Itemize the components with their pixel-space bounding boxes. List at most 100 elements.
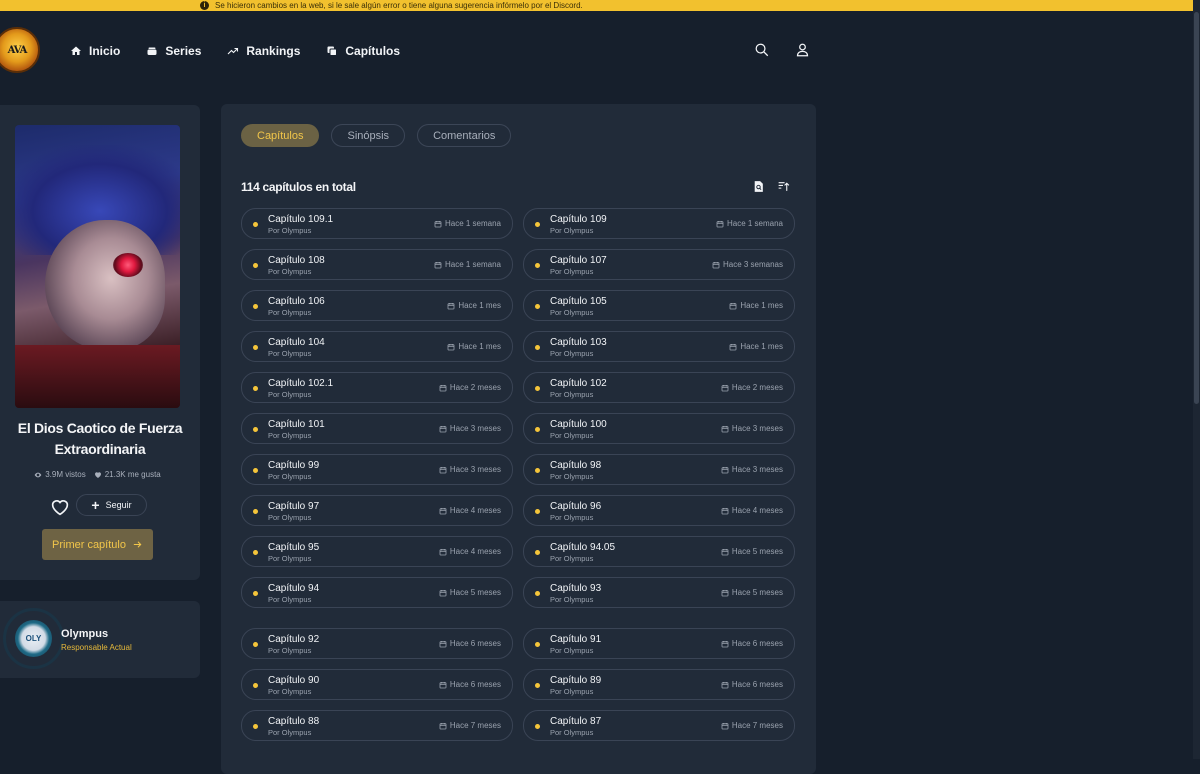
scrollbar-thumb[interactable] [1194, 12, 1199, 404]
nav-item-inicio[interactable]: Inicio [70, 44, 120, 58]
calendar-icon [721, 384, 729, 391]
chapter-item[interactable]: Capítulo 106 Por Olympus Hace 1 mes [241, 290, 513, 321]
new-dot [253, 386, 258, 391]
owner-name[interactable]: Olympus [61, 628, 108, 640]
chapter-author: Por Olympus [268, 646, 312, 655]
follow-button[interactable]: + Seguir [76, 494, 147, 516]
new-dot [253, 304, 258, 309]
series-title: El Dios Caotico de Fuerza Extraordinaria [17, 420, 183, 457]
chapter-item[interactable]: Capítulo 109 Por Olympus Hace 1 semana [523, 208, 795, 239]
chapter-name: Capítulo 88 [268, 716, 320, 727]
new-dot [253, 724, 258, 729]
owner-avatar[interactable]: OLY [15, 620, 52, 657]
page-scrollbar[interactable] [1193, 0, 1200, 759]
tab-comentarios[interactable]: Comentarios [417, 124, 512, 147]
chapter-item[interactable]: Capítulo 94 Por Olympus Hace 5 meses [241, 577, 513, 608]
chapter-author: Por Olympus [550, 554, 594, 563]
chapter-row: Capítulo 95 Por Olympus Hace 4 meses Capítu… [241, 536, 796, 567]
chapter-item[interactable]: Capítulo 91 Por Olympus Hace 6 meses [523, 628, 795, 659]
calendar-icon [721, 425, 729, 432]
plus-icon: + [91, 497, 100, 513]
new-dot [535, 263, 540, 268]
chapter-item[interactable]: Capítulo 102 Por Olympus Hace 2 meses [523, 372, 795, 403]
chapter-name: Capítulo 103 [550, 337, 607, 348]
nav-label: Inicio [89, 44, 121, 58]
cover-shoulder [15, 345, 180, 408]
chapter-item[interactable]: Capítulo 101 Por Olympus Hace 3 meses [241, 413, 513, 444]
nav-item-series[interactable]: Series [146, 44, 201, 58]
chapter-name: Capítulo 99 [268, 460, 320, 471]
chapter-name: Capítulo 87 [550, 716, 602, 727]
chapter-item[interactable]: Capítulo 89 Por Olympus Hace 6 meses [523, 669, 795, 700]
chapter-item[interactable]: Capítulo 87 Por Olympus Hace 7 meses [523, 710, 795, 741]
chapter-date-text: Hace 5 meses [731, 588, 783, 597]
content-tabs: Capítulos Sinópsis Comentarios [241, 124, 512, 147]
chapter-item[interactable]: Capítulo 107 Por Olympus Hace 3 semanas [523, 249, 795, 280]
new-dot [535, 386, 540, 391]
site-logo[interactable]: AVA [0, 27, 40, 73]
chapter-item[interactable]: Capítulo 95 Por Olympus Hace 4 meses [241, 536, 513, 567]
series-stats: 3.9M vistos 21.3K me gusta [0, 470, 195, 479]
first-chapter-label: Primer capítulo [52, 538, 126, 551]
chapter-item[interactable]: Capítulo 88 Por Olympus Hace 7 meses [241, 710, 513, 741]
chapter-date: Hace 6 meses [439, 680, 501, 689]
cover-face [45, 220, 165, 350]
chapter-date-text: Hace 4 meses [449, 506, 501, 515]
chapter-item[interactable]: Capítulo 90 Por Olympus Hace 6 meses [241, 669, 513, 700]
chapter-author: Por Olympus [550, 308, 594, 317]
cover-eye [113, 253, 143, 277]
chapter-name: Capítulo 100 [550, 419, 607, 430]
chapter-name: Capítulo 95 [268, 542, 320, 553]
chapter-item[interactable]: Capítulo 108 Por Olympus Hace 1 semana [241, 249, 513, 280]
chapter-row: Capítulo 99 Por Olympus Hace 3 meses Capítu… [241, 454, 796, 485]
chapter-item[interactable]: Capítulo 94.05 Por Olympus Hace 5 meses [523, 536, 795, 567]
chapter-item[interactable]: Capítulo 93 Por Olympus Hace 5 meses [523, 577, 795, 608]
chapter-date: Hace 3 meses [439, 465, 501, 474]
trending-icon [227, 47, 239, 55]
chapter-date: Hace 1 semana [716, 219, 783, 228]
tab-capitulos[interactable]: Capítulos [241, 124, 320, 147]
like-button[interactable] [50, 498, 70, 516]
arrow-right-icon [133, 541, 142, 548]
calendar-icon [721, 589, 729, 596]
chapter-item[interactable]: Capítulo 109.1 Por Olympus Hace 1 semana [241, 208, 513, 239]
calendar-icon [729, 302, 737, 309]
chapter-date: Hace 3 meses [439, 424, 501, 433]
chapter-author: Por Olympus [268, 267, 312, 276]
chapter-name: Capítulo 96 [550, 501, 602, 512]
chapter-item[interactable]: Capítulo 102.1 Por Olympus Hace 2 meses [241, 372, 513, 403]
search-icon[interactable] [754, 42, 769, 57]
chapter-date-text: Hace 2 meses [449, 383, 501, 392]
tab-sinopsis[interactable]: Sinópsis [331, 124, 406, 147]
chapter-item[interactable]: Capítulo 105 Por Olympus Hace 1 mes [523, 290, 795, 321]
chapter-date: Hace 4 meses [721, 506, 783, 515]
chapter-date-text: Hace 5 meses [449, 588, 501, 597]
nav-label: Capítulos [345, 44, 401, 58]
chapter-item[interactable]: Capítulo 97 Por Olympus Hace 4 meses [241, 495, 513, 526]
owner-avatar-text: OLY [25, 634, 42, 643]
chapter-item[interactable]: Capítulo 100 Por Olympus Hace 3 meses [523, 413, 795, 444]
nav-item-rankings[interactable]: Rankings [227, 44, 300, 58]
chapter-item[interactable]: Capítulo 96 Por Olympus Hace 4 meses [523, 495, 795, 526]
chapter-item[interactable]: Capítulo 104 Por Olympus Hace 1 mes [241, 331, 513, 362]
chapter-author: Por Olympus [268, 687, 312, 696]
nav-item-capitulos[interactable]: Capítulos [326, 44, 400, 58]
search-chapter-icon[interactable] [752, 180, 765, 193]
chapter-item[interactable]: Capítulo 92 Por Olympus Hace 6 meses [241, 628, 513, 659]
views-count: 3.9M vistos [45, 470, 86, 479]
user-icon[interactable] [795, 42, 810, 57]
stack-icon [147, 47, 157, 55]
chapter-item[interactable]: Capítulo 103 Por Olympus Hace 1 mes [523, 331, 795, 362]
chapter-date: Hace 6 meses [721, 639, 783, 648]
chapter-date: Hace 1 semana [434, 260, 501, 269]
chapter-item[interactable]: Capítulo 98 Por Olympus Hace 3 meses [523, 454, 795, 485]
chapter-author: Por Olympus [550, 431, 594, 440]
chapter-name: Capítulo 109.1 [268, 214, 334, 225]
calendar-icon [721, 466, 729, 473]
sort-icon[interactable] [777, 180, 790, 193]
chapter-date-text: Hace 6 meses [731, 639, 783, 648]
new-dot [535, 345, 540, 350]
copy-icon [327, 46, 338, 56]
chapter-item[interactable]: Capítulo 99 Por Olympus Hace 3 meses [241, 454, 513, 485]
first-chapter-button[interactable]: Primer capítulo [42, 529, 153, 560]
